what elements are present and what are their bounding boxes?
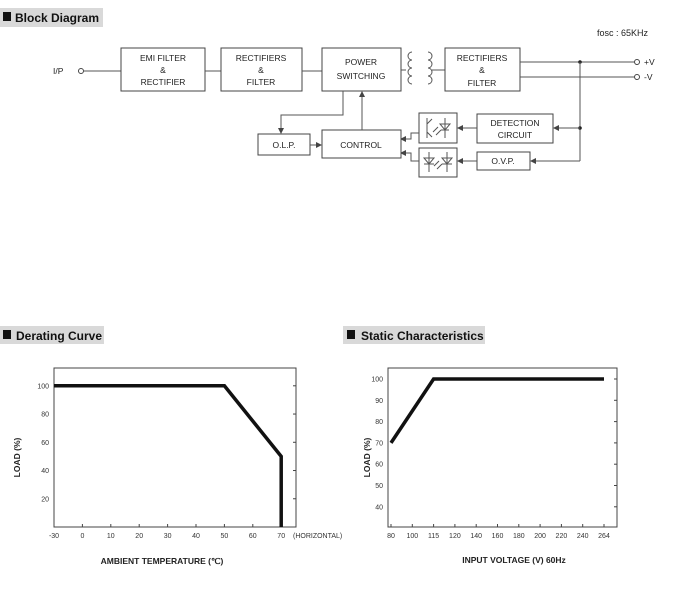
y-tick-label: 90 xyxy=(375,398,383,405)
x-tick-label: 10 xyxy=(107,533,115,540)
svg-text:&: & xyxy=(258,65,264,75)
y-tick-label: 80 xyxy=(41,412,49,419)
optocoupler-icon xyxy=(418,112,458,144)
transformer-icon xyxy=(401,51,445,85)
y-tick-label: 40 xyxy=(375,504,383,511)
x-tick-label: 80 xyxy=(387,533,395,540)
x-tick-label: 220 xyxy=(556,533,568,540)
block-diagram-heading: Block Diagram xyxy=(0,8,103,27)
y-tick-label: 60 xyxy=(375,462,383,469)
derating-curve-heading: Derating Curve xyxy=(0,326,104,344)
plot-frame xyxy=(53,367,297,528)
heading-text: Block Diagram xyxy=(15,11,99,25)
y-tick-label: 40 xyxy=(41,468,49,475)
x-tick-label: 100 xyxy=(406,533,418,540)
svg-text:SWITCHING: SWITCHING xyxy=(337,71,386,81)
static-characteristics-heading: Static Characteristics xyxy=(343,326,485,344)
svg-text:RECTIFIER: RECTIFIER xyxy=(141,77,186,87)
x-tick-label: 40 xyxy=(192,533,200,540)
svg-text:POWER: POWER xyxy=(345,57,377,67)
positive-output-terminal-icon xyxy=(634,59,640,65)
square-bullet-icon xyxy=(347,330,355,339)
x-tick-label: 30 xyxy=(164,533,172,540)
olp-block: O.L.P. xyxy=(257,133,311,156)
svg-text:CONTROL: CONTROL xyxy=(340,140,382,150)
x-tick-label: 60 xyxy=(249,533,257,540)
y-tick-label: 80 xyxy=(375,419,383,426)
positive-output-label: +V xyxy=(644,57,655,67)
optocoupler-icon xyxy=(418,147,458,178)
svg-text:FILTER: FILTER xyxy=(247,77,276,87)
control-block: CONTROL xyxy=(321,129,402,159)
datasheet-page: Block Diagram fosc : 65KHz I/P EMI FILTE… xyxy=(0,8,655,566)
output-rectifiers-block: RECTIFIERS & FILTER xyxy=(444,47,521,92)
ovp-block: O.V.P. xyxy=(476,151,531,171)
x-tick-label: 240 xyxy=(577,533,589,540)
svg-text:DETECTION: DETECTION xyxy=(490,118,539,128)
negative-output-terminal-icon xyxy=(634,74,640,80)
input-terminal-icon xyxy=(78,68,84,74)
y-tick-label: 100 xyxy=(371,377,383,384)
detection-circuit-block: DETECTION CIRCUIT xyxy=(476,113,554,144)
y-tick-label: 100 xyxy=(37,383,49,390)
x-tick-label: 0 xyxy=(80,533,84,540)
power-switching-block: POWER SWITCHING xyxy=(321,47,402,92)
svg-text:Derating Curve: Derating Curve xyxy=(16,329,102,343)
y-axis-label: LOAD (%) xyxy=(12,438,22,478)
svg-text:EMI FILTER: EMI FILTER xyxy=(140,53,186,63)
emi-filter-block: EMI FILTER & RECTIFIER xyxy=(120,47,206,92)
svg-text:CIRCUIT: CIRCUIT xyxy=(498,130,532,140)
svg-text:Static Characteristics: Static Characteristics xyxy=(361,329,484,343)
fosc-label: fosc : 65KHz xyxy=(597,28,649,38)
svg-text:RECTIFIERS: RECTIFIERS xyxy=(457,53,508,63)
y-tick-label: 50 xyxy=(375,483,383,490)
negative-output-label: -V xyxy=(644,72,653,82)
x-tick-label: 20 xyxy=(135,533,143,540)
x-axis-label: INPUT VOLTAGE (V) 60Hz xyxy=(462,555,566,565)
plot-frame xyxy=(387,367,618,528)
y-tick-label: 60 xyxy=(41,440,49,447)
x-tick-label: 140 xyxy=(470,533,482,540)
x-tick-label: 115 xyxy=(428,533,439,540)
x-tick-label: 50 xyxy=(221,533,229,540)
square-bullet-icon xyxy=(3,12,11,21)
input-label: I/P xyxy=(53,66,64,76)
y-axis-label: LOAD (%) xyxy=(362,438,372,478)
input-rectifiers-block: RECTIFIERS & FILTER xyxy=(220,47,303,92)
x-tick-label: 70 xyxy=(277,533,285,540)
square-bullet-icon xyxy=(3,330,11,339)
x-tick-label: -30 xyxy=(49,533,59,540)
svg-text:FILTER: FILTER xyxy=(468,78,497,88)
x-tick-label: 120 xyxy=(449,533,461,540)
svg-text:&: & xyxy=(479,65,485,75)
x-tick-label: 160 xyxy=(492,533,504,540)
x-tick-label: 264 xyxy=(598,533,610,540)
y-tick-label: 70 xyxy=(375,440,383,447)
x-tick-label: 200 xyxy=(534,533,546,540)
static-characteristics-chart: 80 100 115 120 140 160 180 200 220 240 264 40 50 60 70… xyxy=(362,367,618,565)
svg-text:O.L.P.: O.L.P. xyxy=(273,140,296,150)
x-axis-note: (HORIZONTAL) xyxy=(293,533,342,540)
svg-text:O.V.P.: O.V.P. xyxy=(491,156,514,166)
x-axis-label: AMBIENT TEMPERATURE (℃) xyxy=(101,556,224,566)
svg-text:&: & xyxy=(160,65,166,75)
derating-curve-chart: -30 0 10 20 30 40 50 60 70 20 40 60 80 100 (HORIZONTAL… xyxy=(12,367,342,566)
svg-text:RECTIFIERS: RECTIFIERS xyxy=(236,53,287,63)
x-tick-label: 180 xyxy=(513,533,525,540)
y-tick-label: 20 xyxy=(41,496,49,503)
